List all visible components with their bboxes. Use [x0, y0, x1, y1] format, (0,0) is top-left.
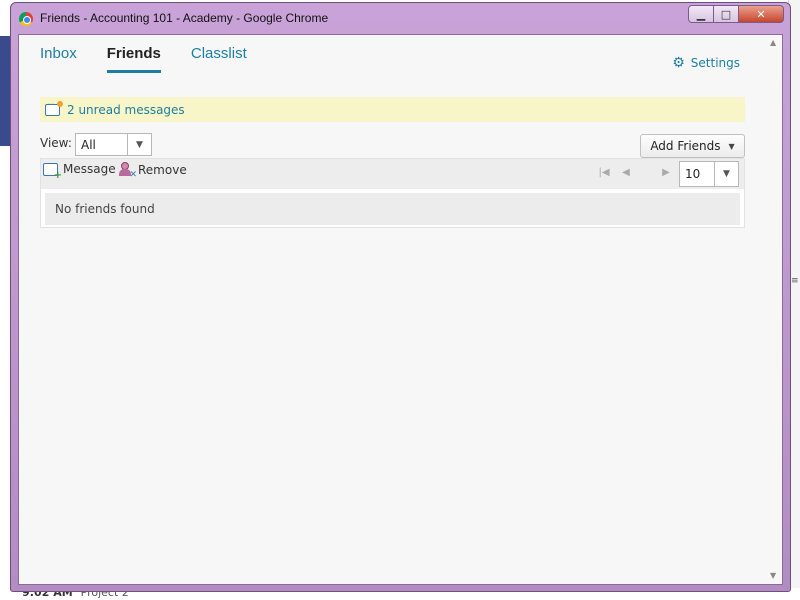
- view-filter-value: All: [81, 137, 96, 152]
- minimize-button[interactable]: ▁: [688, 5, 714, 23]
- empty-message: No friends found: [45, 193, 740, 225]
- chevron-down-icon: ▼: [127, 134, 151, 155]
- remove-user-icon: ✕: [118, 162, 137, 180]
- page-size-select[interactable]: 10 ▼: [679, 161, 739, 187]
- next-page-icon[interactable]: ▶: [655, 167, 677, 178]
- message-icon: [45, 100, 63, 116]
- gear-icon: ⚙: [672, 55, 685, 71]
- title-bar[interactable]: Friends - Accounting 101 - Academy - Goo…: [11, 3, 790, 34]
- tab-friends[interactable]: Friends: [106, 45, 161, 73]
- caret-down-icon: ▼: [728, 141, 735, 151]
- page-size-value: 10: [685, 167, 701, 181]
- remove-label: Remove: [138, 162, 187, 177]
- window-controls: ▁ □ ✕: [688, 5, 784, 23]
- first-page-icon[interactable]: |◀: [593, 167, 615, 178]
- browser-popup-window: Friends - Accounting 101 - Academy - Goo…: [10, 2, 791, 592]
- view-filter-select[interactable]: All ▼: [75, 133, 152, 156]
- prev-page-icon[interactable]: ◀: [615, 167, 637, 178]
- add-friends-button[interactable]: Add Friends ▼: [640, 134, 745, 158]
- window-title: Friends - Accounting 101 - Academy - Goo…: [40, 11, 329, 25]
- settings-link[interactable]: ⚙ Settings: [672, 55, 740, 71]
- unread-messages-banner: 2 unread messages: [40, 97, 745, 122]
- compose-message-icon: [43, 162, 62, 181]
- background-grip-icon: ≡: [791, 276, 799, 286]
- page-content: Inbox Friends Classlist ⚙ Settings 2 unr…: [18, 34, 783, 585]
- maximize-button[interactable]: □: [713, 5, 739, 23]
- tab-bar: Inbox Friends Classlist: [40, 45, 277, 73]
- chevron-down-icon: ▼: [714, 162, 738, 186]
- close-button[interactable]: ✕: [738, 5, 784, 23]
- message-button[interactable]: Message: [43, 162, 116, 181]
- tab-classlist[interactable]: Classlist: [191, 45, 247, 73]
- message-label: Message: [63, 162, 116, 176]
- scroll-up-icon[interactable]: ▲: [770, 38, 776, 47]
- scroll-down-icon[interactable]: ▼: [770, 571, 776, 580]
- grid-toolbar: Message ✕ Remove |◀ ◀ ▶ ▶| 10 ▼: [41, 159, 744, 189]
- friends-grid: Message ✕ Remove |◀ ◀ ▶ ▶| 10 ▼: [40, 158, 745, 228]
- add-friends-label: Add Friends: [650, 139, 721, 153]
- background-page-edge: [0, 36, 10, 146]
- tab-inbox[interactable]: Inbox: [40, 45, 77, 73]
- remove-button[interactable]: ✕ Remove: [118, 162, 187, 180]
- chrome-logo-icon: [19, 12, 33, 26]
- unread-messages-link[interactable]: 2 unread messages: [67, 103, 185, 117]
- vertical-scrollbar[interactable]: ▲ ▼: [768, 35, 782, 584]
- view-label: View:: [40, 136, 72, 150]
- settings-label: Settings: [690, 56, 740, 70]
